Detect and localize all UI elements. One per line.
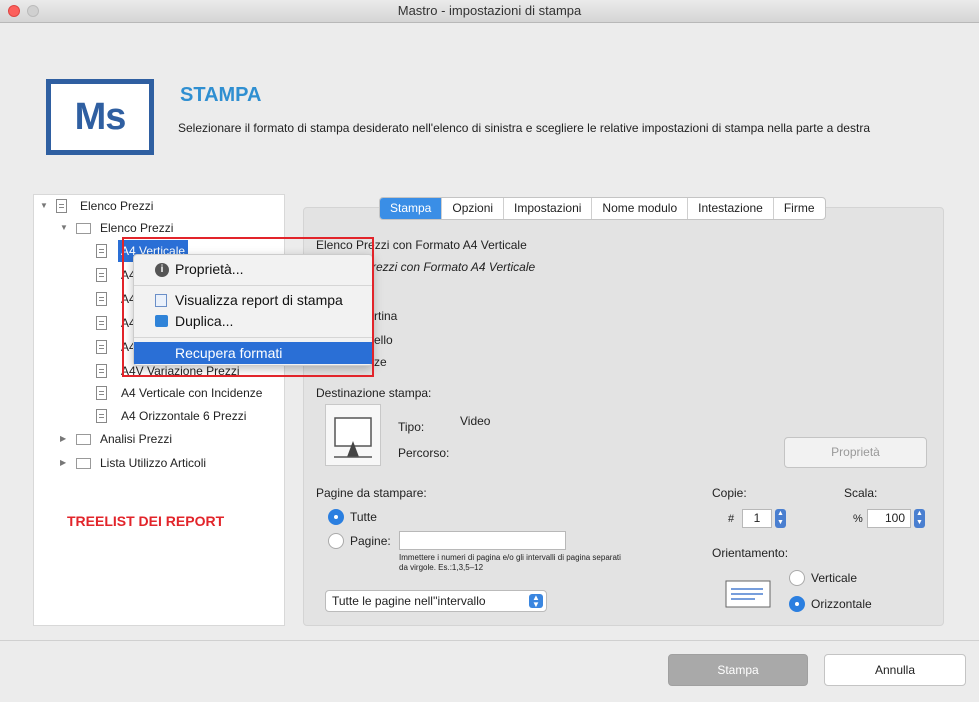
tab-bar: Stampa Opzioni Impostazioni Nome modulo …: [379, 197, 826, 220]
format-subtitle: rezzi con Formato A4 Verticale: [372, 260, 536, 274]
tab-opzioni[interactable]: Opzioni: [442, 198, 505, 219]
triangle-right-icon[interactable]: ▶: [60, 452, 66, 474]
minimize-window-button[interactable]: [27, 5, 39, 17]
tree-folder-label: Lista Utilizzo Articoli: [100, 456, 207, 470]
orientation-label: Orientamento:: [712, 546, 789, 560]
radio-horizontal-label: Orizzontale: [811, 597, 872, 611]
tab-impostazioni[interactable]: Impostazioni: [504, 198, 593, 219]
triangle-down-icon[interactable]: ▼: [60, 217, 68, 239]
copies-label: Copie:: [712, 486, 747, 500]
document-icon: [96, 316, 107, 330]
document-icon: [96, 268, 107, 282]
radio-all-pages-label: Tutte: [350, 510, 377, 524]
document-icon: [96, 340, 107, 354]
tab-stampa[interactable]: Stampa: [380, 198, 443, 219]
copies-prefix: #: [728, 513, 735, 525]
logo-text: Ms: [51, 84, 149, 150]
triangle-right-icon[interactable]: ▶: [60, 428, 66, 450]
tab-nome-modulo[interactable]: Nome modulo: [592, 198, 689, 219]
chevron-updown-icon: ▲ ▼: [529, 594, 543, 609]
type-value: Video: [460, 414, 491, 428]
window-title: Mastro - impostazioni di stampa: [397, 3, 582, 18]
document-icon: [96, 386, 107, 400]
radio-horizontal[interactable]: [789, 596, 805, 612]
radio-page-range-label: Pagine:: [350, 534, 391, 548]
tree-folder-label: Elenco Prezzi: [100, 221, 174, 235]
document-icon: [96, 409, 107, 423]
app-logo: Ms: [46, 79, 154, 155]
tab-firme[interactable]: Firme: [774, 198, 825, 219]
tree-folder-label: Analisi Prezzi: [100, 432, 173, 446]
path-label: Percorso:: [398, 446, 450, 460]
tree-item-label: A4 Verticale con Incidenze: [121, 386, 263, 400]
copies-stepper[interactable]: ▲ ▼: [775, 509, 786, 528]
page-description: Selezionare il formato di stampa desider…: [178, 121, 870, 135]
scale-prefix: %: [853, 513, 863, 525]
document-icon: [96, 292, 107, 306]
print-button[interactable]: Stampa: [668, 654, 808, 686]
pages-input[interactable]: [399, 531, 566, 550]
document-icon: [56, 199, 67, 213]
page-range-select-value: Tutte le pagine nell''intervallo: [332, 594, 486, 608]
pages-label: Pagine da stampare:: [316, 486, 427, 500]
page-title: STAMPA: [180, 84, 262, 106]
title-bar: Mastro - impostazioni di stampa: [0, 0, 979, 23]
folder-icon: [76, 223, 91, 234]
document-icon: [96, 244, 107, 258]
footer-divider: [0, 640, 979, 641]
radio-vertical-label: Verticale: [811, 571, 858, 585]
radio-all-pages[interactable]: [328, 509, 344, 525]
tree-item-label: A4 Orizzontale 6 Prezzi: [121, 409, 247, 423]
type-label: Tipo:: [398, 420, 425, 434]
scale-stepper[interactable]: ▲ ▼: [914, 509, 925, 528]
close-window-button[interactable]: [8, 5, 20, 17]
detail-partial-3: ze: [374, 355, 387, 369]
radio-page-range[interactable]: [328, 533, 344, 549]
highlight-frame: [122, 237, 374, 377]
detail-partial-1: rtina: [374, 309, 398, 323]
scale-input[interactable]: 100: [867, 509, 911, 528]
document-icon: [96, 364, 107, 378]
cancel-button[interactable]: Annulla: [824, 654, 966, 686]
destination-label: Destinazione stampa:: [316, 386, 432, 400]
radio-vertical[interactable]: [789, 570, 805, 586]
tree-root-label: Elenco Prezzi: [80, 199, 154, 213]
folder-icon: [76, 434, 91, 445]
print-settings-window: Mastro - impostazioni di stampa Ms STAMP…: [0, 0, 979, 702]
monitor-icon: [325, 404, 381, 466]
page-landscape-icon: [725, 580, 771, 608]
tab-intestazione[interactable]: Intestazione: [688, 198, 774, 219]
triangle-down-icon[interactable]: ▼: [40, 195, 48, 217]
copies-input[interactable]: 1: [742, 509, 772, 528]
page-range-select[interactable]: Tutte le pagine nell''intervallo ▲ ▼: [325, 590, 547, 612]
destination-properties-button[interactable]: Proprietà: [784, 437, 927, 468]
folder-icon: [76, 458, 91, 469]
scale-label: Scala:: [844, 486, 878, 500]
pages-hint: Immettere i numeri di pagina e/o gli int…: [399, 553, 621, 572]
tree-annotation: TREELIST DEI REPORT: [67, 513, 225, 529]
detail-partial-2: ello: [374, 333, 393, 347]
